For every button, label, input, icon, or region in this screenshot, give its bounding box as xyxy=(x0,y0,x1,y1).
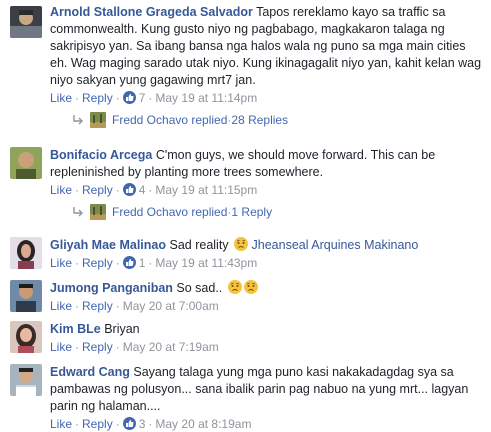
separator: · xyxy=(75,91,80,105)
replier-avatar xyxy=(90,204,106,220)
reaction-count: 3 xyxy=(138,417,146,431)
like-reaction-icon[interactable] xyxy=(122,91,136,104)
reply-arrow-icon xyxy=(72,114,86,130)
comment-text-block: Jumong Panganiban So sad.. xyxy=(50,280,485,297)
author-name[interactable]: Jumong Panganiban xyxy=(50,281,173,295)
timestamp[interactable]: May 19 at 11:43pm xyxy=(155,256,257,270)
timestamp[interactable]: May 20 at 8:19am xyxy=(155,417,251,431)
like-reaction-icon[interactable] xyxy=(122,256,136,269)
comment-meta: Like · Reply · 3 · May 20 at 8:19am xyxy=(50,416,485,432)
author-name[interactable]: Kim BLe xyxy=(50,322,101,336)
reply-count[interactable]: 28 Replies xyxy=(231,113,288,127)
timestamp[interactable]: May 19 at 11:15pm xyxy=(155,183,257,197)
avatar[interactable] xyxy=(10,364,42,396)
separator: · xyxy=(148,91,153,105)
author-name[interactable]: Bonifacio Arcega xyxy=(50,148,152,162)
sad-face-emoji-icon xyxy=(234,237,249,251)
separator: · xyxy=(148,256,153,270)
timestamp[interactable]: May 19 at 11:14pm xyxy=(155,91,257,105)
view-replies[interactable]: Fredd Ochavo replied·28 Replies xyxy=(72,112,288,130)
like-link[interactable]: Like xyxy=(50,183,72,197)
timestamp[interactable]: May 20 at 7:19am xyxy=(123,340,219,354)
separator: · xyxy=(75,183,80,197)
reply-link[interactable]: Reply xyxy=(82,299,113,313)
separator: · xyxy=(115,417,120,431)
separator: · xyxy=(115,256,120,270)
like-reaction-icon[interactable] xyxy=(122,417,136,430)
avatar[interactable] xyxy=(10,6,42,38)
avatar[interactable] xyxy=(10,237,42,269)
sad-face-emoji-icon xyxy=(243,280,258,294)
comment-text-block: Bonifacio Arcega C'mon guys, we should m… xyxy=(50,147,485,181)
avatar[interactable] xyxy=(10,321,42,353)
avatar[interactable] xyxy=(10,147,42,179)
like-link[interactable]: Like xyxy=(50,91,72,105)
separator: · xyxy=(75,256,80,270)
separator: · xyxy=(75,417,80,431)
comment-meta: Like · Reply · 4 · May 19 at 11:15pm xyxy=(50,182,485,198)
comment-text-block: Kim BLe Briyan xyxy=(50,321,485,338)
separator: · xyxy=(148,417,153,431)
replier-avatar xyxy=(90,112,106,128)
mention-link[interactable]: Jheanseal Arquines Makinano xyxy=(252,238,419,252)
comment-text-block: Arnold Stallone Grageda Salvador Tapos r… xyxy=(50,4,485,89)
comment-meta: Like · Reply · 7 · May 19 at 11:14pm xyxy=(50,90,485,106)
reaction-count: 4 xyxy=(138,183,146,197)
reply-link[interactable]: Reply xyxy=(82,417,113,431)
separator: · xyxy=(75,299,80,313)
comment-text: Sad reality xyxy=(169,238,229,252)
comment-text-block: Edward Cang Sayang talaga yung mga puno … xyxy=(50,364,485,415)
reply-arrow-icon xyxy=(72,206,86,222)
separator: · xyxy=(115,91,120,105)
reaction-count: 1 xyxy=(138,256,146,270)
timestamp[interactable]: May 20 at 7:00am xyxy=(123,299,219,313)
author-name[interactable]: Edward Cang xyxy=(50,365,130,379)
separator: · xyxy=(115,183,120,197)
sad-face-emoji-icon xyxy=(227,280,242,294)
reply-link[interactable]: Reply xyxy=(82,256,113,270)
like-link[interactable]: Like xyxy=(50,417,72,431)
separator: · xyxy=(115,299,120,313)
separator: · xyxy=(75,340,80,354)
like-reaction-icon[interactable] xyxy=(122,183,136,196)
author-name[interactable]: Arnold Stallone Grageda Salvador xyxy=(50,5,253,19)
reply-link[interactable]: Reply xyxy=(82,340,113,354)
separator: · xyxy=(115,340,120,354)
comment-text: Briyan xyxy=(104,322,140,336)
separator: · xyxy=(148,183,153,197)
comment-meta: Like · Reply · May 20 at 7:19am xyxy=(50,339,485,355)
reaction-count: 7 xyxy=(138,91,146,105)
comment-text-block: Gliyah Mae Malinao Sad reality Jheanseal… xyxy=(50,237,485,254)
like-link[interactable]: Like xyxy=(50,299,72,313)
reply-count[interactable]: 1 Reply xyxy=(231,205,272,219)
like-link[interactable]: Like xyxy=(50,256,72,270)
reply-link[interactable]: Reply xyxy=(82,183,113,197)
reply-link[interactable]: Reply xyxy=(82,91,113,105)
like-link[interactable]: Like xyxy=(50,340,72,354)
comment-meta: Like · Reply · May 20 at 7:00am xyxy=(50,298,485,314)
replier-name[interactable]: Fredd Ochavo replied xyxy=(112,113,227,127)
comment-meta: Like · Reply · 1 · May 19 at 11:43pm xyxy=(50,255,485,271)
author-name[interactable]: Gliyah Mae Malinao xyxy=(50,238,166,252)
replier-name[interactable]: Fredd Ochavo replied xyxy=(112,205,227,219)
comment-text: So sad.. xyxy=(176,281,223,295)
avatar[interactable] xyxy=(10,280,42,312)
view-replies[interactable]: Fredd Ochavo replied·1 Reply xyxy=(72,204,272,222)
